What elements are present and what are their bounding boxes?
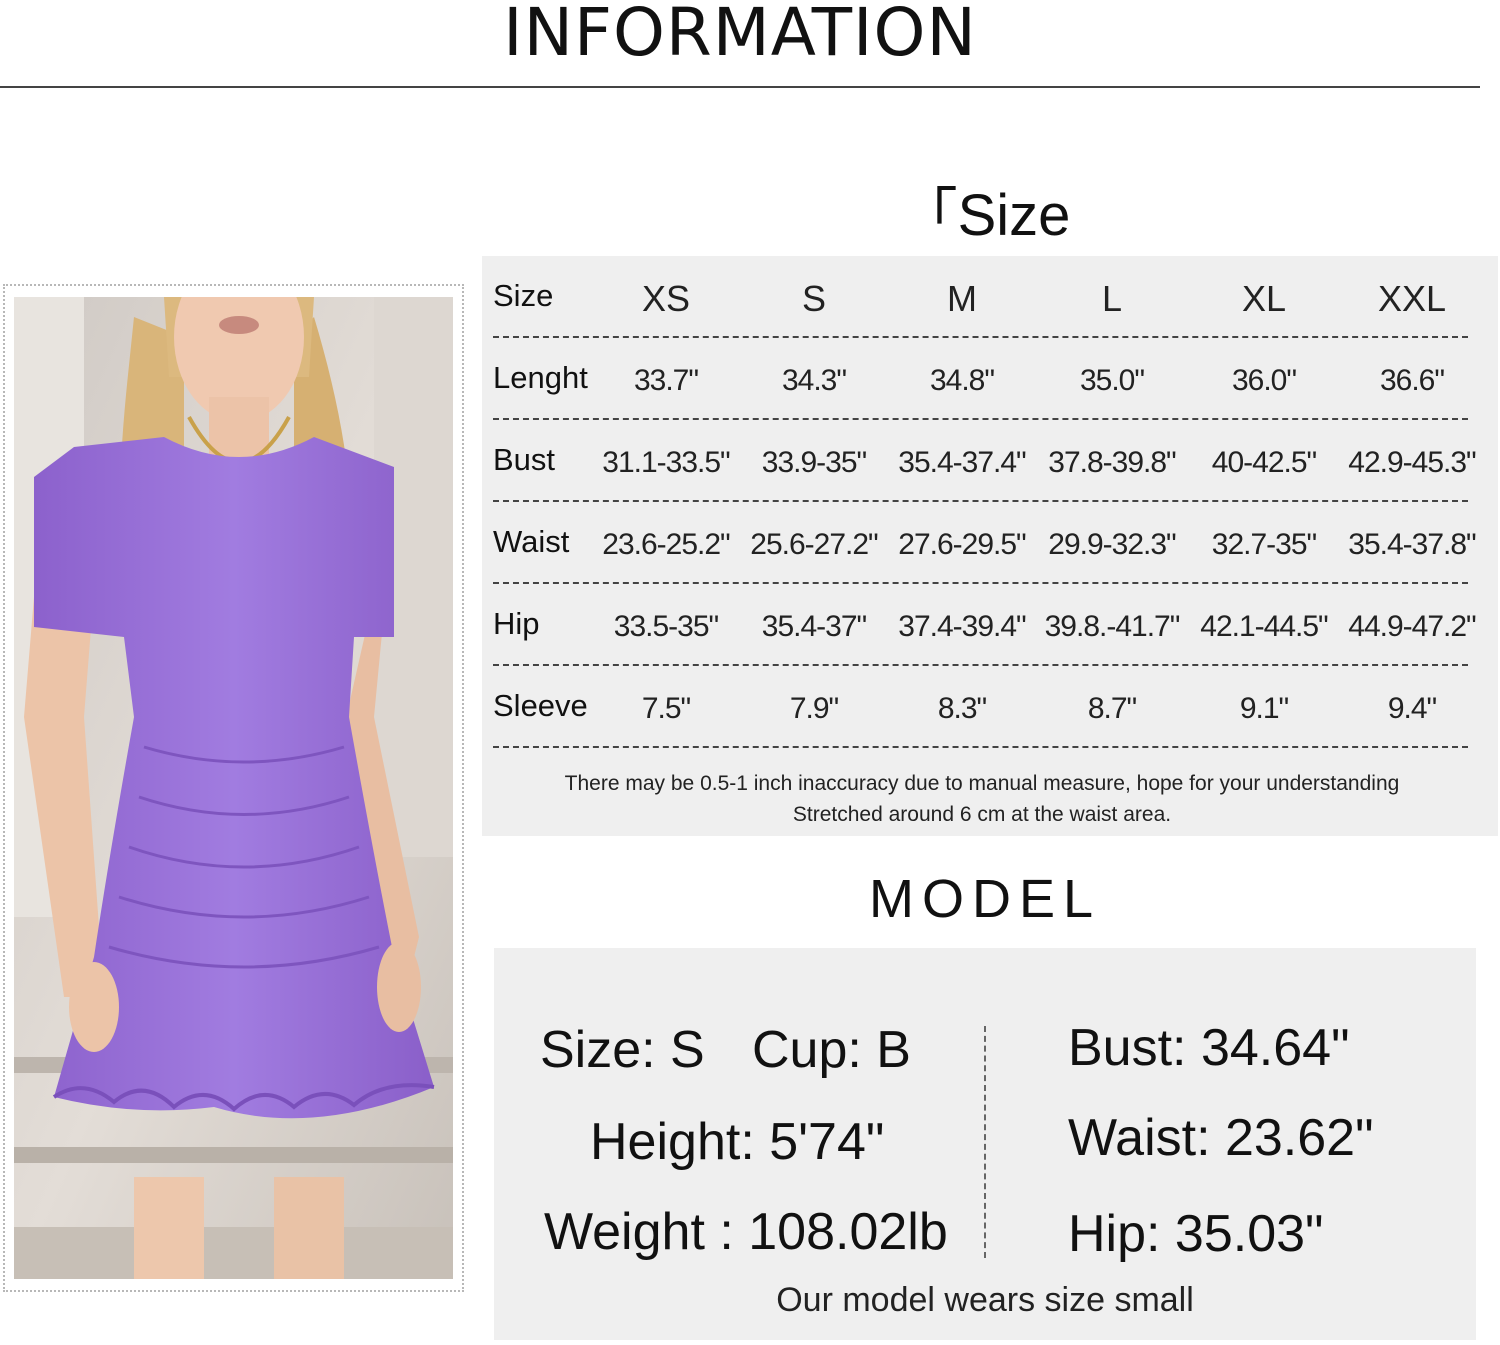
row-label: Waist (493, 524, 570, 559)
size-xs: XS (641, 278, 691, 319)
cell: 32.7-35" (1211, 528, 1317, 561)
model-photo (14, 297, 453, 1279)
cell: 39.8.-41.7" (1044, 610, 1181, 643)
cell: 37.4-39.4" (898, 610, 1026, 643)
cell: 8.3" (937, 692, 987, 725)
cell: 33.5-35" (613, 610, 719, 643)
cell: 9.1" (1239, 692, 1289, 725)
size-m: M (947, 278, 977, 319)
cell: 37.8-39.8" (1048, 446, 1176, 479)
model-weight: Weight : 108.02lb (544, 1203, 948, 1261)
cell: 9.4" (1387, 692, 1437, 725)
model-bust: Bust: 34.64" (1068, 1019, 1350, 1077)
row-label: Bust (493, 442, 556, 477)
cell: 40-42.5" (1211, 446, 1317, 479)
header-divider (0, 86, 1480, 88)
cell: 44.9-47.2" (1348, 610, 1476, 643)
cell: 29.9-32.3" (1048, 528, 1176, 561)
model-cup: Cup: B (752, 1021, 911, 1079)
model-info-panel: Size: S Cup: B Height: 5'74" Weight : 10… (494, 948, 1476, 1340)
cell: 35.4-37.8" (1348, 528, 1476, 561)
model-height: Height: 5'74" (590, 1113, 885, 1171)
cell: 35.4-37" (761, 610, 867, 643)
model-waist: Waist: 23.62" (1068, 1109, 1374, 1167)
length-row: Lenght 33.7" 34.3" 34.8" 35.0" 36.0" 36.… (482, 338, 1498, 420)
cell: 35.0" (1079, 364, 1145, 397)
cell: 7.5" (641, 692, 691, 725)
cell: 25.6-27.2" (750, 528, 878, 561)
model-title: MODEL (868, 869, 1102, 929)
cell: 33.7" (633, 364, 699, 397)
size-s: S (801, 278, 826, 319)
cell: 33.9-35" (761, 446, 867, 479)
cell: 27.6-29.5" (898, 528, 1026, 561)
size-l: L (1101, 278, 1123, 319)
cell: 42.9-45.3" (1348, 446, 1476, 479)
cell: 36.0" (1231, 364, 1297, 397)
model-caption: Our model wears size small (776, 1281, 1194, 1319)
measure-note: There may be 0.5-1 inch inaccuracy due t… (564, 772, 1400, 795)
size-xxl: XXL (1377, 278, 1447, 319)
cell: 34.3" (781, 364, 847, 397)
size-chart-table: Size XS S M L XL XXL Lenght 33.7" 34.3" … (482, 256, 1498, 836)
cell: 42.1-44.5" (1200, 610, 1328, 643)
cell: 31.1-33.5" (602, 446, 730, 479)
cell: 8.7" (1087, 692, 1137, 725)
size-header-row: Size XS S M L XL XXL (482, 256, 1498, 338)
waist-row: Waist 23.6-25.2" 25.6-27.2" 27.6-29.5" 2… (482, 502, 1498, 584)
model-divider (984, 1026, 986, 1258)
row-label: Sleeve (493, 688, 588, 723)
cell: 36.6" (1379, 364, 1445, 397)
bust-row: Bust 31.1-33.5" 33.9-35" 35.4-37.4" 37.8… (482, 420, 1498, 502)
cell: 35.4-37.4" (898, 446, 1026, 479)
stretch-note: Stretched around 6 cm at the waist area. (792, 803, 1172, 826)
model-hip: Hip: 35.03" (1068, 1205, 1324, 1263)
row-label: Lenght (493, 360, 588, 395)
cell: 23.6-25.2" (602, 528, 730, 561)
cell: 7.9" (789, 692, 839, 725)
size-row-label: Size (493, 278, 554, 313)
size-xl: XL (1241, 278, 1287, 319)
cell: 34.8" (929, 364, 995, 397)
hip-row: Hip 33.5-35" 35.4-37" 37.4-39.4" 39.8.-4… (482, 584, 1498, 666)
information-title: INFORMATION (503, 0, 977, 71)
sleeve-row: Sleeve 7.5" 7.9" 8.3" 8.7" 9.1" 9.4" (482, 666, 1498, 748)
row-divider (493, 746, 1468, 748)
row-label: Hip (493, 606, 540, 641)
model-size: Size: S (540, 1021, 705, 1079)
